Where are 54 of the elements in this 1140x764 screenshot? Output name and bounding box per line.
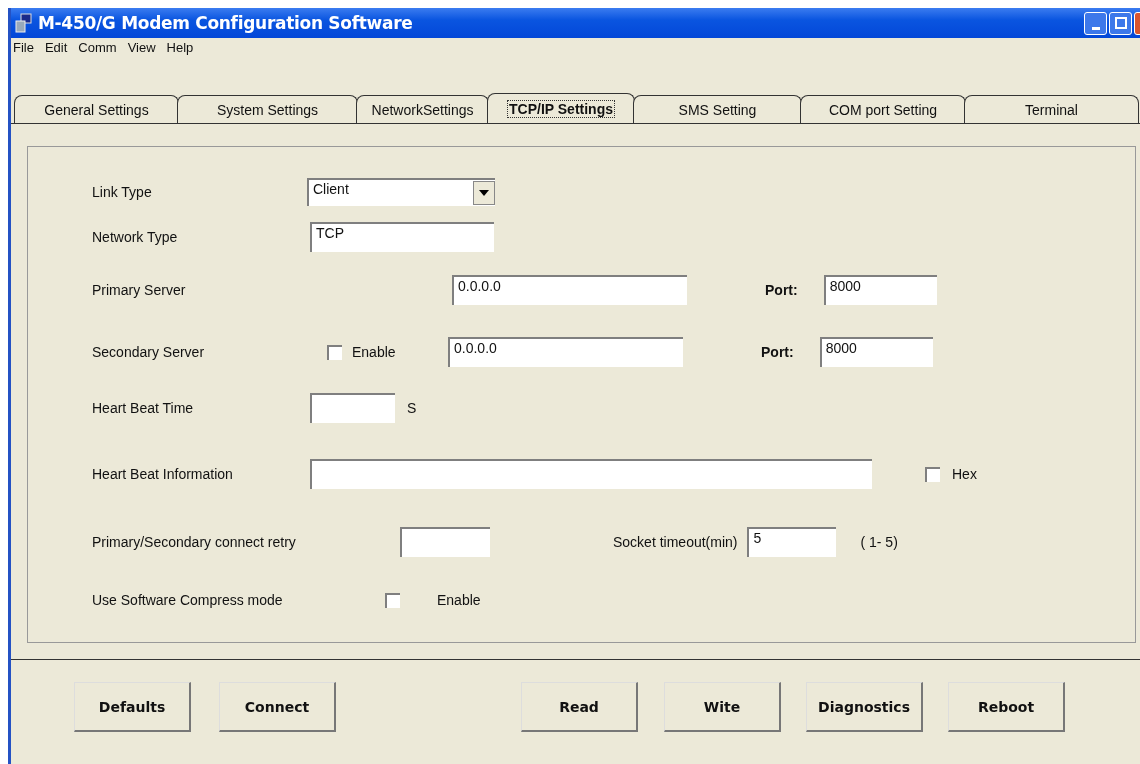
port-label: Port:: [761, 344, 794, 360]
action-button[interactable]: Diagnostics: [806, 682, 923, 732]
field-label: Use Software Compress mode: [92, 592, 284, 608]
range-hint: ( 1- 5): [860, 534, 898, 550]
action-button[interactable]: Defaults: [74, 682, 191, 732]
field-label: Secondary Server: [92, 344, 206, 360]
caret-icon: [479, 190, 489, 196]
field-label: Heart Beat Time: [92, 400, 195, 416]
network-type-field[interactable]: TCP: [310, 222, 494, 252]
menu-item[interactable]: View: [127, 39, 156, 55]
connect-retry-field[interactable]: [400, 527, 490, 557]
field-label: Primary/Secondary connect retry: [92, 534, 297, 550]
socket-timeout-field[interactable]: 5: [747, 527, 837, 557]
menu-item[interactable]: Help: [166, 39, 194, 55]
field-label: Network Type: [92, 229, 179, 245]
checkbox-label: Hex: [952, 466, 977, 482]
tab[interactable]: Terminal: [964, 95, 1139, 123]
tab[interactable]: TCP/IP Settings: [487, 93, 635, 123]
checkbox-label: Enable: [437, 592, 481, 608]
action-button[interactable]: Wite: [664, 682, 781, 732]
tab[interactable]: COM port Setting: [800, 95, 966, 123]
window-title: M-450/G Modem Configuration Software: [38, 13, 413, 33]
tab[interactable]: System Settings: [177, 95, 358, 123]
action-button[interactable]: Read: [521, 682, 638, 732]
tab[interactable]: General Settings: [14, 95, 179, 123]
heart-beat-information-field[interactable]: [310, 459, 872, 489]
maximize-button[interactable]: [1109, 11, 1132, 35]
menu-item[interactable]: Comm: [78, 39, 117, 55]
menu-item[interactable]: File: [13, 39, 34, 55]
tab[interactable]: NetworkSettings: [356, 95, 489, 123]
link-type-dropdown[interactable]: Client: [307, 178, 495, 206]
server-address-field[interactable]: 0.0.0.0: [448, 337, 683, 367]
action-button[interactable]: Connect: [219, 682, 336, 732]
field-label: Link Type: [92, 184, 153, 200]
server-address-field[interactable]: 0.0.0.0: [452, 275, 687, 305]
checkbox-label: Enable: [352, 344, 397, 360]
minimize-button[interactable]: [1084, 11, 1107, 35]
field-label: Socket timeout(min): [613, 534, 738, 550]
action-button[interactable]: Reboot: [948, 682, 1065, 732]
checkbox[interactable]: [327, 344, 342, 360]
unit-label: S: [407, 400, 417, 416]
heart-beat-time-field[interactable]: [310, 393, 395, 423]
field-label: Heart Beat Information: [92, 466, 234, 482]
menu-item[interactable]: Edit: [44, 39, 68, 55]
checkbox[interactable]: [385, 592, 400, 608]
app-icon: [15, 13, 33, 33]
port-field[interactable]: 8000: [819, 337, 933, 367]
minimize-icon: [1091, 26, 1100, 30]
port-field[interactable]: 8000: [823, 275, 937, 305]
maximize-icon: [1114, 17, 1127, 29]
tab[interactable]: SMS Setting: [633, 95, 802, 123]
field-label: Primary Server: [92, 282, 187, 298]
checkbox[interactable]: [925, 466, 940, 482]
port-label: Port:: [765, 282, 798, 298]
